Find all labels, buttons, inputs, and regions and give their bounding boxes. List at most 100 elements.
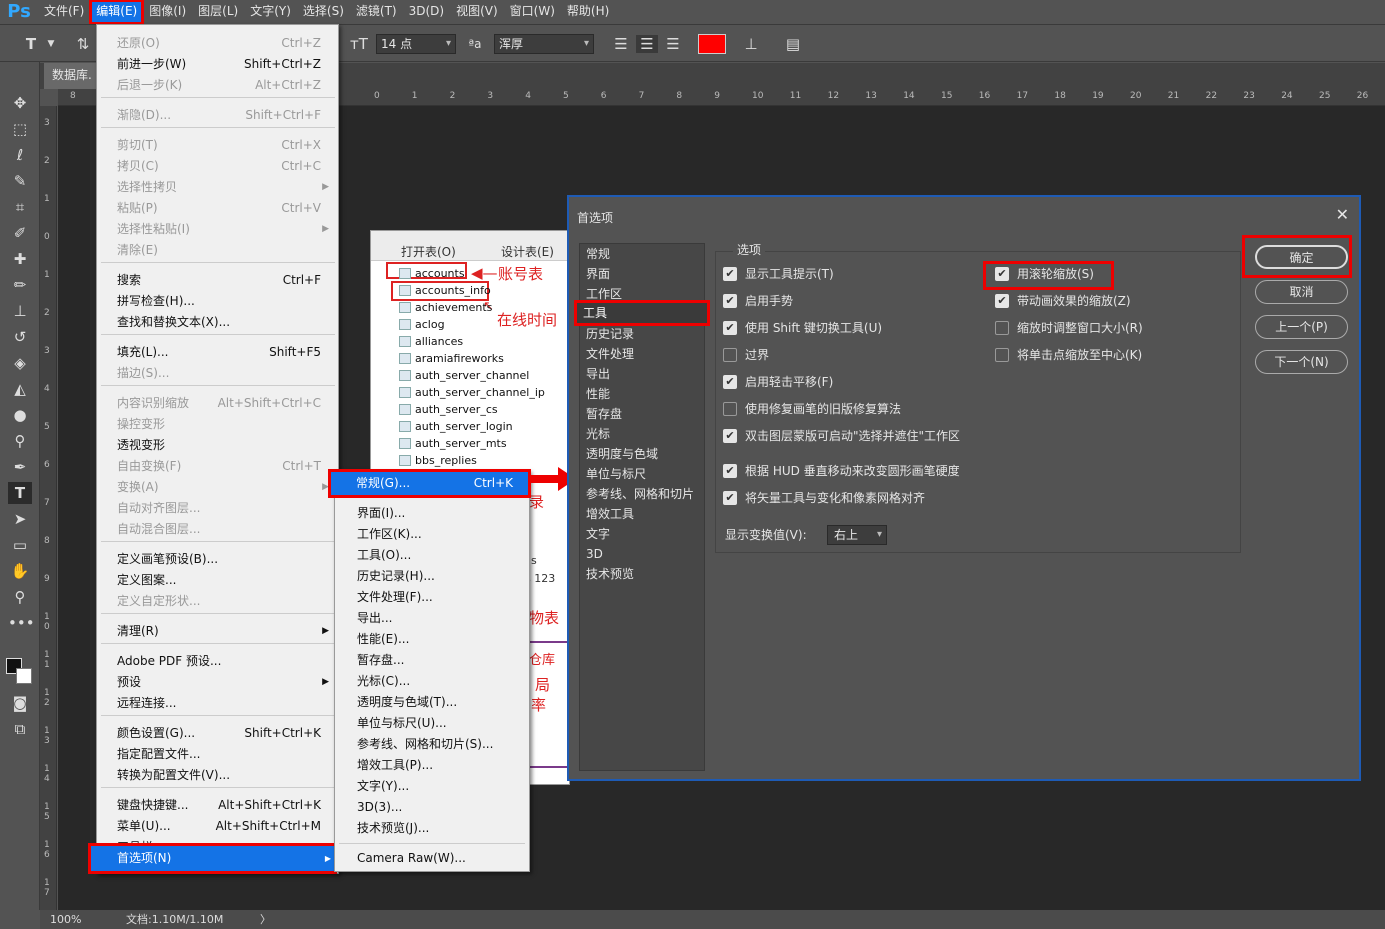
checkbox[interactable] <box>995 321 1009 335</box>
menu-item[interactable]: 内容识别缩放 Alt+Shift+Ctrl+C <box>117 393 327 414</box>
menu-item[interactable]: 透视变形 <box>117 435 327 456</box>
healing-brush-icon[interactable]: ✚ <box>8 248 32 270</box>
align-right-icon[interactable]: ☰ <box>664 35 682 53</box>
next-button[interactable]: 下一个(N) <box>1255 350 1348 374</box>
nav-item[interactable]: 技术预览 <box>586 564 704 584</box>
move-tool-icon[interactable]: ✥ <box>8 92 32 114</box>
menu-help[interactable]: 帮助(H) <box>561 0 615 24</box>
menu-item[interactable]: 描边(S)... <box>117 363 327 384</box>
prev-button[interactable]: 上一个(P) <box>1255 315 1348 339</box>
background-color-swatch[interactable] <box>16 668 32 684</box>
menu-item[interactable]: 指定配置文件... <box>117 744 327 765</box>
eyedropper-icon[interactable]: ✐ <box>8 222 32 244</box>
menu-select[interactable]: 选择(S) <box>297 0 350 24</box>
close-icon[interactable]: ✕ <box>1336 205 1349 224</box>
menu-window[interactable]: 窗口(W) <box>504 0 561 24</box>
menu-type[interactable]: 文字(Y) <box>244 0 297 24</box>
nav-item[interactable]: 常规 <box>586 244 704 264</box>
marquee-tool-icon[interactable]: ⬚ <box>8 118 32 140</box>
nav-item[interactable]: 3D <box>586 544 704 564</box>
menu-item[interactable]: 清除(E) <box>117 240 327 261</box>
crop-tool-icon[interactable]: ⌗ <box>8 196 32 218</box>
checkbox[interactable]: ✔ <box>995 267 1009 281</box>
menu-item[interactable]: 定义画笔预设(B)... <box>117 549 327 570</box>
menu-item[interactable]: 远程连接... <box>117 693 327 714</box>
type-tool-icon[interactable]: T <box>8 482 32 504</box>
menu-item[interactable]: 键盘快捷键... Alt+Shift+Ctrl+K <box>117 795 327 816</box>
nav-item[interactable]: 历史记录 <box>586 324 704 344</box>
menu-item[interactable]: 粘贴(P) Ctrl+V <box>117 198 327 219</box>
dodge-tool-icon[interactable]: ⚲ <box>8 430 32 452</box>
menu-item[interactable]: 前进一步(W) Shift+Ctrl+Z <box>117 54 327 75</box>
submenu-item[interactable]: 性能(E)... <box>357 629 527 650</box>
nav-item[interactable]: 导出 <box>586 364 704 384</box>
menu-item[interactable]: 渐隐(D)... Shift+Ctrl+F <box>117 105 327 126</box>
text-color-swatch[interactable] <box>698 34 726 54</box>
submenu-item[interactable]: 光标(C)... <box>357 671 527 692</box>
submenu-item[interactable]: 工作区(K)... <box>357 524 527 545</box>
quick-select-icon[interactable]: ✎ <box>8 170 32 192</box>
menu-file[interactable]: 文件(F) <box>38 0 90 24</box>
cancel-button[interactable]: 取消 <box>1255 280 1348 304</box>
submenu-item[interactable]: 透明度与色域(T)... <box>357 692 527 713</box>
menu-image[interactable]: 图像(I) <box>143 0 192 24</box>
menu-item[interactable]: Adobe PDF 预设... <box>117 651 327 672</box>
submenu-item[interactable]: 工具(O)... <box>357 545 527 566</box>
menu-item[interactable]: 自动混合图层... <box>117 519 327 540</box>
menu-filter[interactable]: 滤镜(T) <box>350 0 403 24</box>
menu-item[interactable]: 选择性粘贴(I) ▶ <box>117 219 329 240</box>
screen-mode-icon[interactable]: ⧉ <box>8 718 32 740</box>
menu-item[interactable]: 定义图案... <box>117 570 327 591</box>
hand-tool-icon[interactable]: ✋ <box>8 560 32 582</box>
menu-item[interactable]: 剪切(T) Ctrl+X <box>117 135 327 156</box>
transform-values-select[interactable]: 右上 ▾ <box>827 525 887 545</box>
chevron-down-icon[interactable]: ▼ <box>42 35 60 53</box>
zoom-level[interactable]: 100% <box>50 910 81 929</box>
menu-item[interactable]: 自动对齐图层... <box>117 498 327 519</box>
history-brush-icon[interactable]: ↺ <box>8 326 32 348</box>
checkbox[interactable] <box>995 348 1009 362</box>
menu-layer[interactable]: 图层(L) <box>192 0 244 24</box>
menu-item[interactable]: 操控变形 <box>117 414 327 435</box>
character-panel-icon[interactable]: ▤ <box>784 35 802 53</box>
menu-item[interactable]: 拼写检查(H)... <box>117 291 327 312</box>
lasso-tool-icon[interactable]: ℓ <box>8 144 32 166</box>
submenu-item-general[interactable]: 常规(G)... Ctrl+K <box>328 469 531 498</box>
nav-item[interactable]: 界面 <box>586 264 704 284</box>
menu-item[interactable]: 选择性拷贝 ▶ <box>117 177 329 198</box>
menu-item[interactable]: 转换为配置文件(V)... <box>117 765 327 786</box>
zoom-tool-icon[interactable]: ⚲ <box>8 586 32 608</box>
menu-item[interactable]: 颜色设置(G)... Shift+Ctrl+K <box>117 723 327 744</box>
type-tool-icon[interactable]: T <box>22 35 40 53</box>
nav-item[interactable]: 单位与标尺 <box>586 464 704 484</box>
menu-edit[interactable]: 编辑(E) <box>89 0 145 25</box>
menu-item[interactable]: 查找和替换文本(X)... <box>117 312 327 333</box>
nav-item[interactable]: 工作区 <box>586 284 704 304</box>
checkbox[interactable]: ✔ <box>723 294 737 308</box>
document-tab[interactable]: 数据库. <box>44 63 99 89</box>
more-tools-icon[interactable]: ••• <box>8 612 35 634</box>
menu-item[interactable]: 搜索 Ctrl+F <box>117 270 327 291</box>
menu-item[interactable]: 变换(A) ▶ <box>117 477 329 498</box>
checkbox[interactable]: ✔ <box>723 321 737 335</box>
menu-item[interactable]: 填充(L)... Shift+F5 <box>117 342 327 363</box>
quick-mask-icon[interactable]: ◙ <box>8 692 32 714</box>
nav-item[interactable]: 参考线、网格和切片 <box>586 484 704 504</box>
checkbox[interactable]: ✔ <box>723 491 737 505</box>
menu-item[interactable]: 定义自定形状... <box>117 591 327 612</box>
submenu-item[interactable]: 文字(Y)... <box>357 776 527 797</box>
checkbox[interactable]: ✔ <box>995 294 1009 308</box>
align-center-icon[interactable]: ☰ <box>636 35 658 53</box>
submenu-item[interactable]: 导出... <box>357 608 527 629</box>
brush-tool-icon[interactable]: ✏ <box>8 274 32 296</box>
nav-item[interactable]: 增效工具 <box>586 504 704 524</box>
checkbox[interactable] <box>723 402 737 416</box>
submenu-item[interactable]: 界面(I)... <box>357 503 527 524</box>
pen-tool-icon[interactable]: ✒ <box>8 456 32 478</box>
submenu-item-camera-raw[interactable]: Camera Raw(W)... <box>357 848 527 869</box>
submenu-item[interactable]: 参考线、网格和切片(S)... <box>357 734 527 755</box>
nav-item[interactable]: 光标 <box>586 424 704 444</box>
checkbox[interactable]: ✔ <box>723 267 737 281</box>
menu-item[interactable]: 预设 ▶ <box>117 672 329 693</box>
menu-item[interactable]: 清理(R) ▶ <box>117 621 329 642</box>
